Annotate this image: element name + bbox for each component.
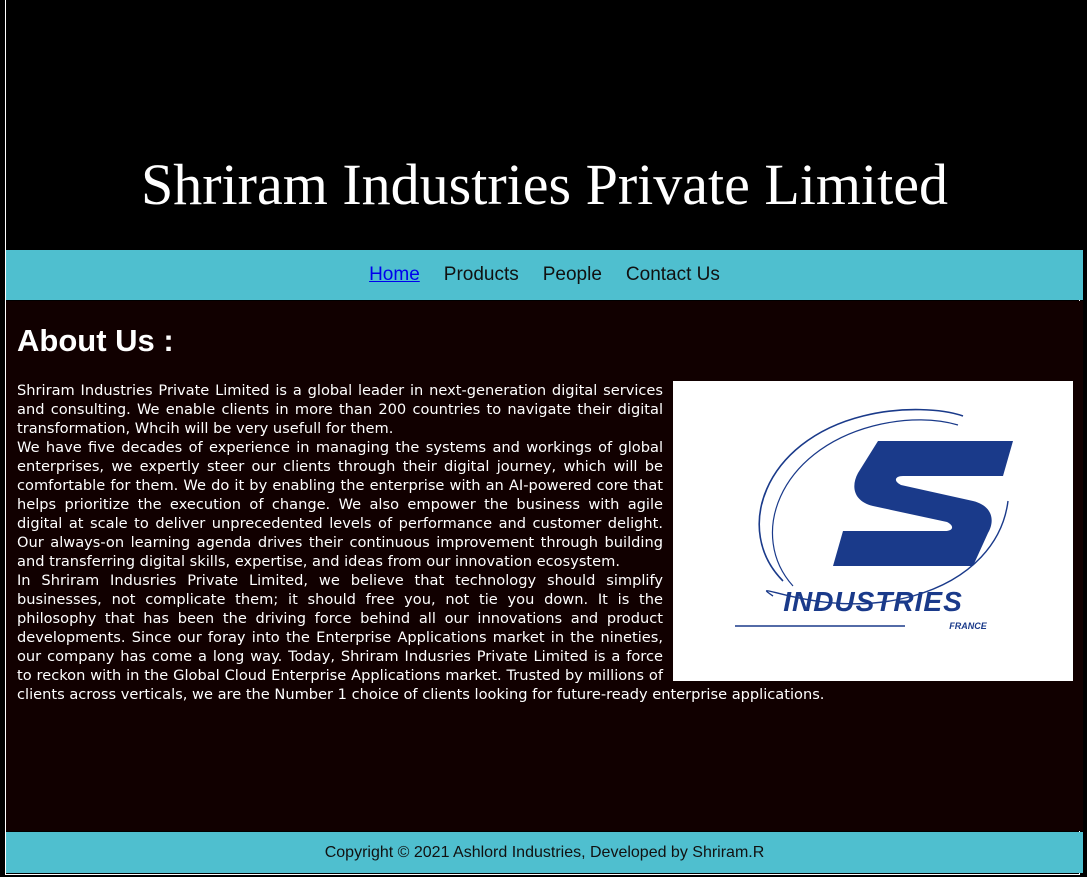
company-logo-image: INDUSTRIES FRANCE xyxy=(673,381,1073,681)
about-heading: About Us : xyxy=(17,323,174,358)
nav-home-link[interactable]: Home xyxy=(369,264,420,286)
s-logo-icon: INDUSTRIES FRANCE xyxy=(735,408,1013,631)
about-section: About Us : INDUSTRIES FRANCE Shriram Ind… xyxy=(6,301,1083,831)
site-footer: Copyright © 2021 Ashlord Industries, Dev… xyxy=(6,832,1083,873)
nav-contact-link[interactable]: Contact Us xyxy=(626,264,720,286)
about-body: INDUSTRIES FRANCE Shriram Industries Pri… xyxy=(17,381,1073,704)
logo-wordmark: INDUSTRIES xyxy=(783,586,963,617)
site-title: Shriram Industries Private Limited xyxy=(140,152,948,217)
footer-copyright: Copyright © 2021 Ashlord Industries, Dev… xyxy=(324,843,765,861)
nav-products-link[interactable]: Products xyxy=(444,264,519,286)
main-nav: Home Products People Contact Us xyxy=(6,250,1083,300)
nav-people-link[interactable]: People xyxy=(543,264,602,286)
site-header: Shriram Industries Private Limited xyxy=(6,0,1083,250)
logo-subtext: FRANCE xyxy=(949,621,987,631)
